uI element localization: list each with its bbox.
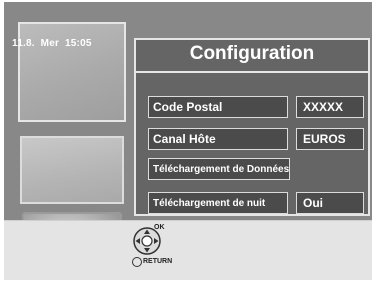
preview-window-top xyxy=(18,22,126,122)
panel-title: Configuration xyxy=(189,43,315,64)
date-time-display: 11.8. Mer 15:05 xyxy=(12,38,92,49)
preview-window-middle xyxy=(20,136,124,204)
menu-item-label: Canal Hôte xyxy=(153,132,216,146)
tv-screen: 11.8. Mer 15:05 Configuration Code Posta… xyxy=(4,2,372,280)
footer-divider xyxy=(4,220,372,221)
footer-bar xyxy=(4,220,372,280)
return-circle-icon xyxy=(132,257,142,267)
return-label: RETURN xyxy=(143,258,173,265)
date-text: 11.8. xyxy=(12,38,35,49)
time-text: 15:05 xyxy=(65,38,92,49)
title-divider xyxy=(136,71,368,73)
menu-item-label: Code Postal xyxy=(153,100,223,114)
configuration-panel: Configuration Code Postal XXXXX Canal Hô… xyxy=(134,38,370,216)
menu-item-label: Téléchargement de nuit xyxy=(153,197,266,209)
canal-hote-value[interactable]: EUROS xyxy=(296,128,364,150)
menu-item-value: Oui xyxy=(303,196,323,210)
code-postal-value[interactable]: XXXXX xyxy=(296,96,364,118)
menu-item-code-postal[interactable]: Code Postal xyxy=(148,96,288,118)
ok-label: OK xyxy=(154,224,165,231)
telechargement-nuit-value[interactable]: Oui xyxy=(296,192,364,214)
menu-item-canal-hote[interactable]: Canal Hôte xyxy=(148,128,288,150)
menu-item-label: Téléchargement de Données xyxy=(153,163,290,175)
menu-item-telechargement-donnees[interactable]: Téléchargement de Données xyxy=(148,158,290,180)
menu-item-value: XXXXX xyxy=(303,100,344,114)
weekday-text: Mer xyxy=(40,38,60,49)
menu-item-value: EUROS xyxy=(303,132,346,146)
menu-item-telechargement-nuit[interactable]: Téléchargement de nuit xyxy=(148,192,288,214)
